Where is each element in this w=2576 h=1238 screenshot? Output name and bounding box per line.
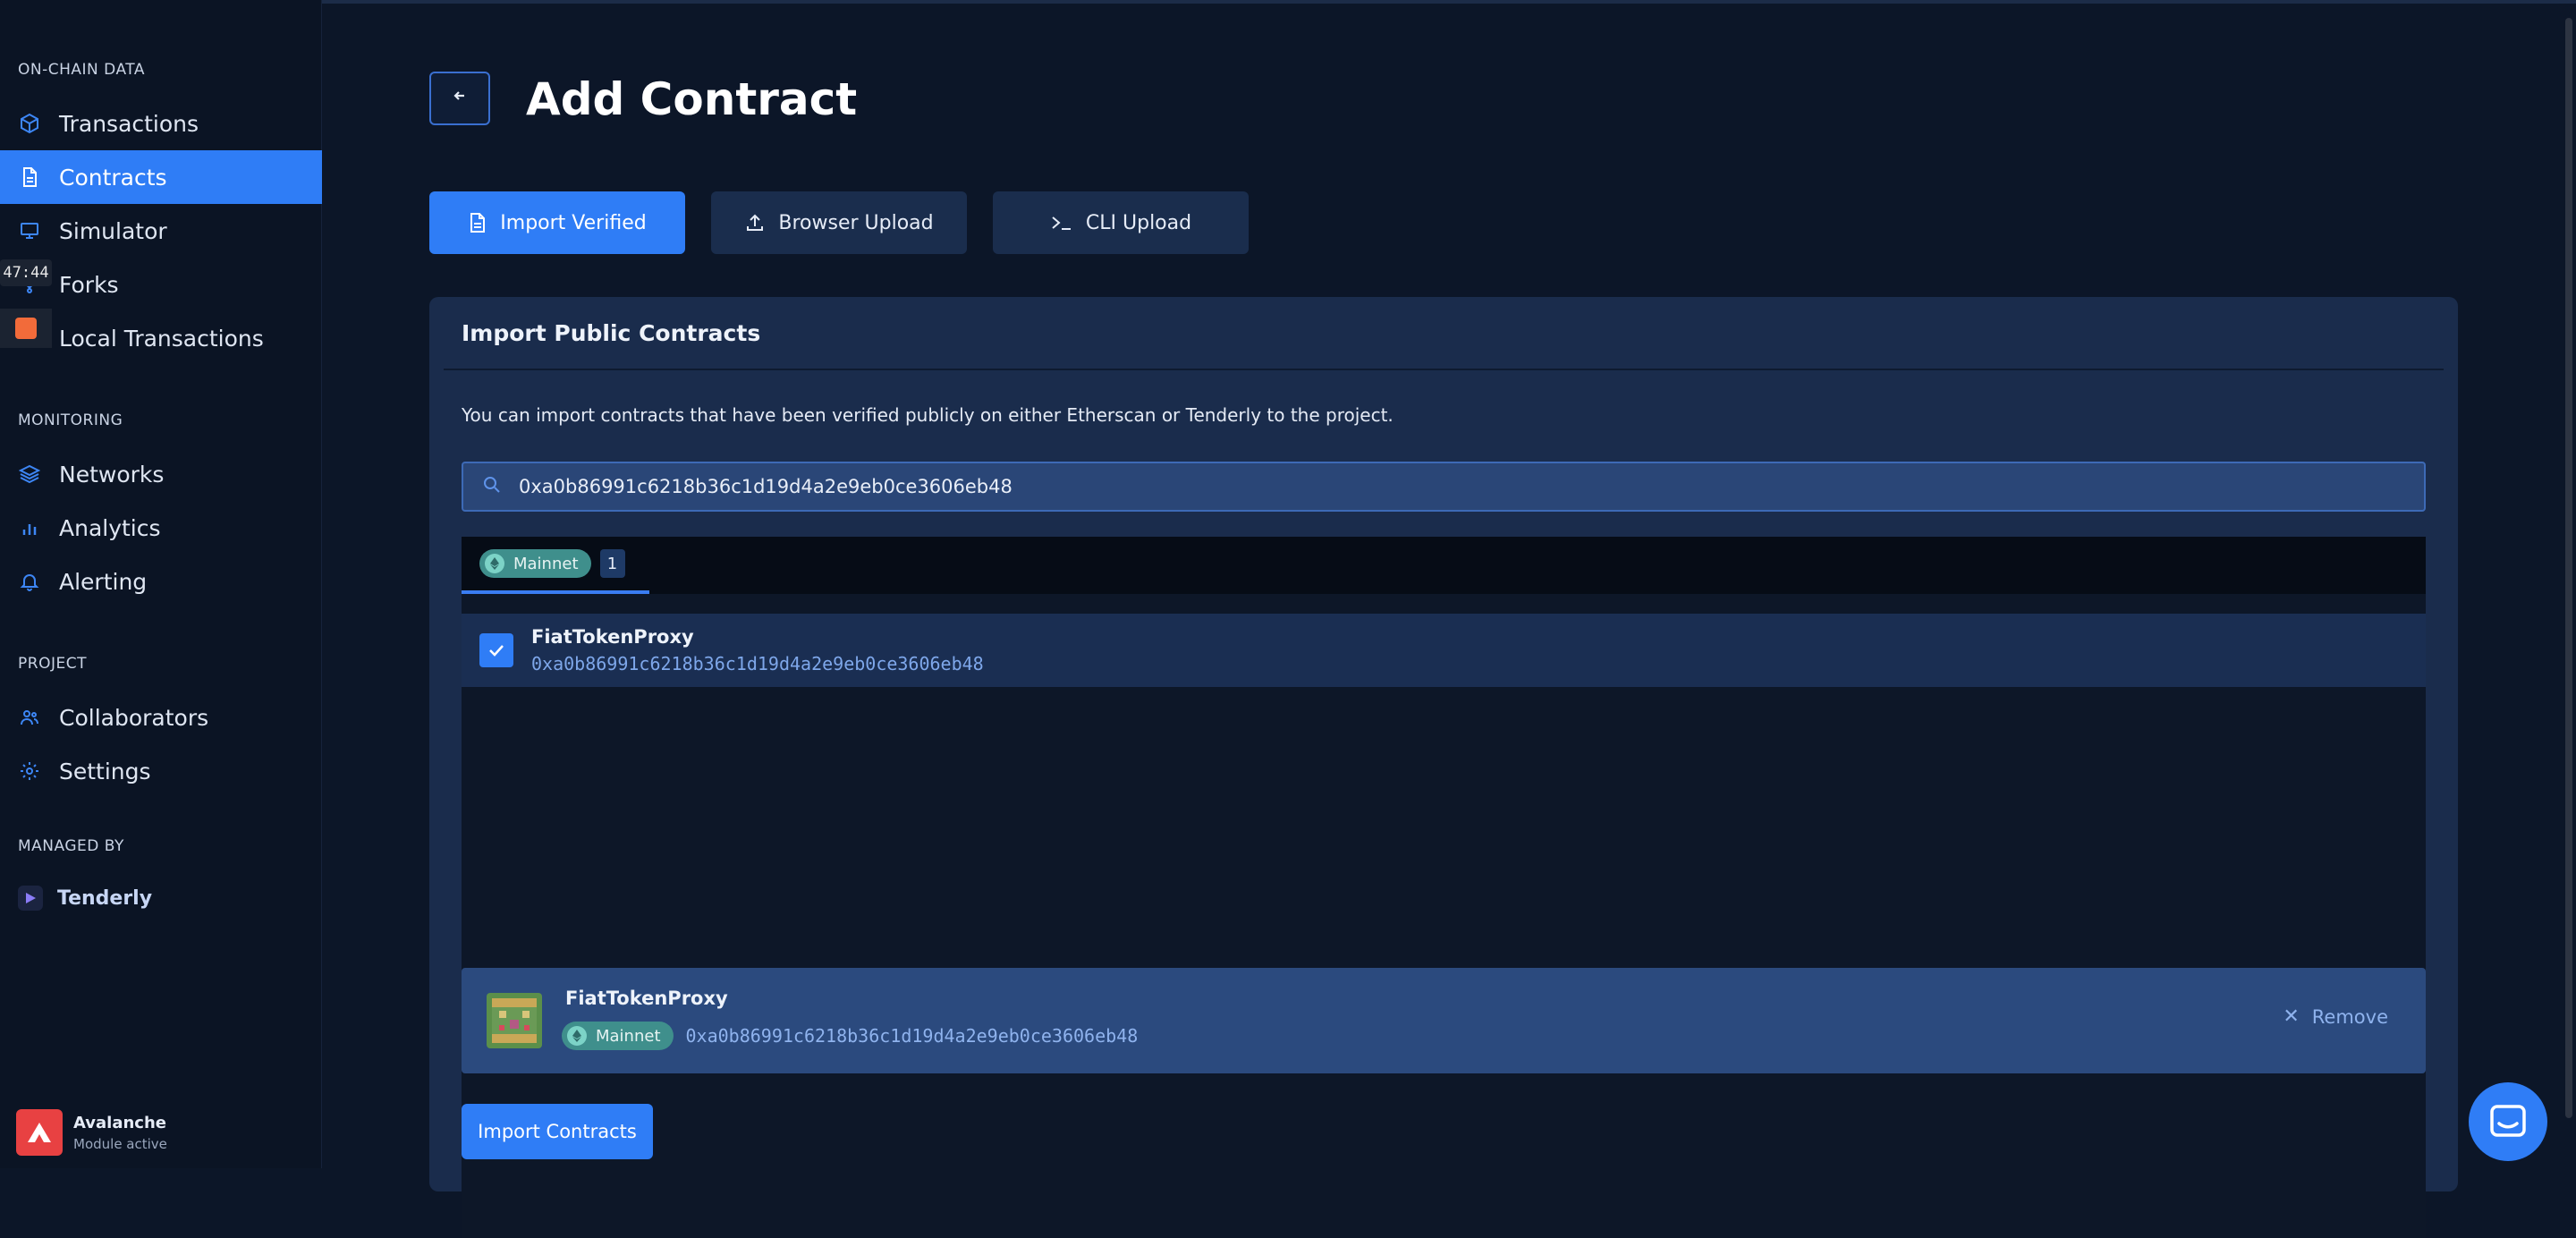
- stop-icon: [15, 318, 37, 339]
- search-icon: [483, 476, 501, 497]
- bar-chart-icon: [18, 516, 41, 539]
- sidebar-item-networks[interactable]: Networks: [0, 447, 322, 501]
- contract-identicon: [487, 993, 542, 1048]
- results-list: Mainnet 1 FiatTokenProxy 0xa0b86991c6218…: [462, 537, 2426, 1238]
- close-icon: ✕: [2283, 1005, 2300, 1028]
- search-field[interactable]: [462, 462, 2426, 512]
- arrow-left-icon: [451, 87, 469, 110]
- section-title-onchain: ON-CHAIN DATA: [18, 61, 145, 79]
- select-checkbox[interactable]: [479, 633, 513, 667]
- selected-contract-meta: Mainnet 0xa0b86991c6218b36c1d19d4a2e9eb0…: [562, 1022, 1138, 1050]
- module-name: Avalanche: [73, 1113, 166, 1132]
- sidebar-item-label: Contracts: [59, 164, 167, 191]
- monitor-icon: [18, 219, 41, 242]
- tenderly-logo-icon: [18, 886, 43, 911]
- upload-icon: [747, 214, 764, 231]
- result-count-badge: 1: [599, 549, 625, 578]
- top-border: [0, 0, 2576, 4]
- search-input[interactable]: [517, 475, 2306, 498]
- page-title: Add Contract: [526, 73, 858, 125]
- import-contracts-button[interactable]: Import Contracts: [462, 1104, 653, 1159]
- result-row[interactable]: FiatTokenProxy 0xa0b86991c6218b36c1d19d4…: [462, 614, 2426, 687]
- section-title-monitoring: MONITORING: [18, 411, 123, 429]
- remove-label: Remove: [2311, 1005, 2388, 1028]
- gear-icon: [18, 759, 41, 783]
- module-status[interactable]: Avalanche Module active: [16, 1109, 167, 1156]
- tab-cli-upload[interactable]: CLI Upload: [993, 191, 1249, 254]
- sidebar-item-label: Collaborators: [59, 704, 209, 731]
- panel-description: You can import contracts that have been …: [462, 404, 1394, 426]
- terminal-icon: [1052, 216, 1071, 230]
- section-title-project: PROJECT: [18, 655, 87, 673]
- sidebar-item-collaborators[interactable]: Collaborators: [0, 691, 322, 744]
- network-tabs: Mainnet 1: [462, 537, 2426, 594]
- network-badge: Mainnet: [479, 549, 591, 578]
- sidebar-item-contracts[interactable]: Contracts: [0, 150, 322, 204]
- sidebar-item-label: Alerting: [59, 568, 148, 595]
- layers-icon: [18, 462, 41, 486]
- recording-timer: 47:44: [0, 259, 52, 286]
- chat-support-button[interactable]: [2469, 1082, 2547, 1161]
- contract-name: FiatTokenProxy: [531, 626, 694, 648]
- tenderly-label: Tenderly: [57, 886, 153, 910]
- sidebar-item-transactions[interactable]: Transactions: [0, 97, 322, 150]
- bell-icon: [18, 570, 41, 593]
- network-label: Mainnet: [596, 1026, 661, 1046]
- sidebar-item-label: Analytics: [59, 514, 161, 541]
- tab-browser-upload[interactable]: Browser Upload: [711, 191, 967, 254]
- network-badge: Mainnet: [562, 1022, 674, 1050]
- cube-icon: [18, 112, 41, 135]
- document-icon: [18, 165, 41, 189]
- selected-contract-card: FiatTokenProxy Mainnet 0xa0b86991c6218b3…: [462, 968, 2426, 1073]
- sidebar-item-alerting[interactable]: Alerting: [0, 555, 322, 608]
- divider: [444, 369, 2444, 370]
- selected-contract-name: FiatTokenProxy: [565, 988, 728, 1009]
- sidebar-item-label: Networks: [59, 461, 165, 488]
- tab-label: CLI Upload: [1085, 211, 1192, 234]
- network-label: Mainnet: [513, 554, 579, 573]
- tenderly-link[interactable]: Tenderly: [18, 886, 152, 911]
- stop-recording-button[interactable]: [0, 309, 52, 348]
- ethereum-icon: [567, 1026, 587, 1046]
- chat-icon: [2490, 1105, 2526, 1137]
- sidebar-item-label: Simulator: [59, 217, 167, 244]
- document-icon: [470, 213, 486, 233]
- sidebar-item-settings[interactable]: Settings: [0, 744, 322, 798]
- avalanche-logo-icon: [16, 1109, 63, 1156]
- sidebar-item-analytics[interactable]: Analytics: [0, 501, 322, 555]
- import-panel: Import Public Contracts You can import c…: [429, 297, 2458, 1238]
- module-status-text: Module active: [73, 1135, 167, 1152]
- back-button[interactable]: [429, 72, 490, 125]
- panel-title: Import Public Contracts: [462, 320, 761, 346]
- section-title-managed: MANAGED BY: [18, 837, 124, 855]
- sidebar: ON-CHAIN DATA Transactions Contracts Sim…: [0, 0, 322, 1168]
- contract-address: 0xa0b86991c6218b36c1d19d4a2e9eb0ce3606eb…: [531, 653, 984, 674]
- tab-label: Import Verified: [500, 211, 647, 234]
- ethereum-icon: [485, 554, 504, 573]
- sidebar-item-label: Transactions: [59, 110, 199, 137]
- selected-contract-address: 0xa0b86991c6218b36c1d19d4a2e9eb0ce3606eb…: [685, 1025, 1139, 1047]
- sidebar-item-simulator[interactable]: Simulator: [0, 204, 322, 258]
- scrollbar[interactable]: [2565, 18, 2572, 1118]
- users-icon: [18, 706, 41, 729]
- tab-mainnet[interactable]: Mainnet 1: [462, 537, 649, 594]
- sidebar-item-label: Settings: [59, 758, 151, 784]
- tab-label: Browser Upload: [778, 211, 934, 234]
- sidebar-item-label: Forks: [59, 271, 119, 298]
- tab-import-verified[interactable]: Import Verified: [429, 191, 685, 254]
- remove-button[interactable]: ✕ Remove: [2283, 1005, 2388, 1028]
- check-icon: [489, 645, 504, 657]
- sidebar-item-label: Local Transactions: [59, 325, 264, 352]
